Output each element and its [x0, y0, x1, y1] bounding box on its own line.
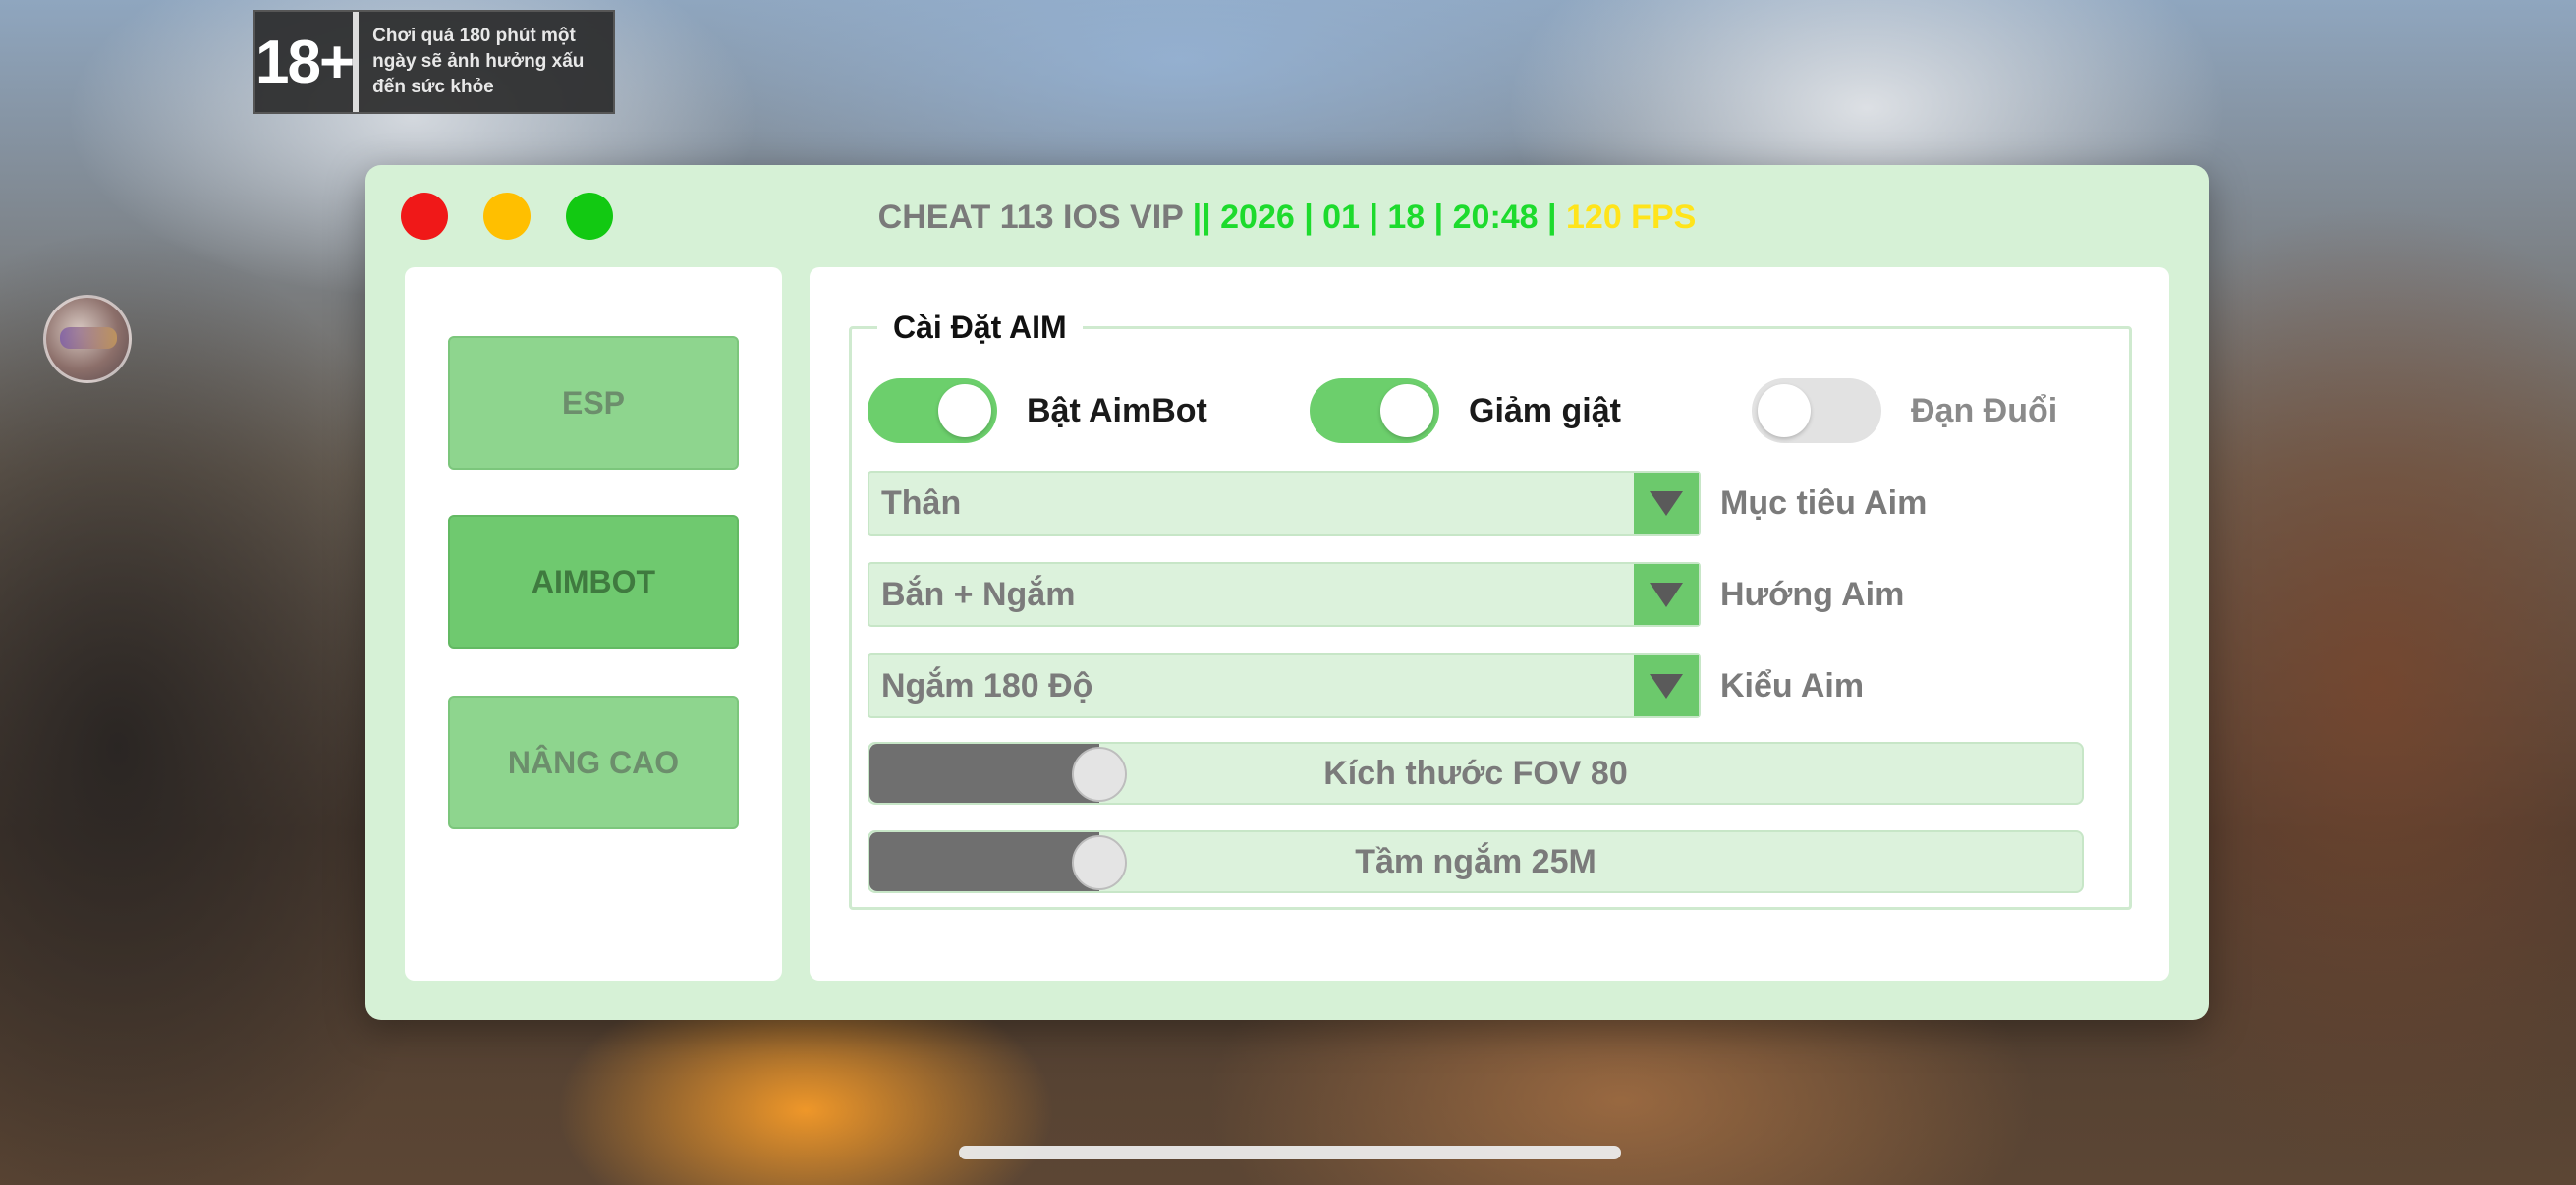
- aim-settings-group: Cài Đặt AIM Bật AimBot Giảm giật Đạn Đuổ…: [849, 308, 2132, 910]
- toggle-aimbot[interactable]: Bật AimBot: [868, 378, 1207, 443]
- aim-direction-select[interactable]: Bắn + Ngắm: [868, 562, 1701, 627]
- tracking-bullet-label: Đạn Đuổi: [1911, 391, 2058, 429]
- home-indicator[interactable]: [959, 1146, 1621, 1159]
- fov-size-slider[interactable]: Kích thước FOV 80: [868, 742, 2084, 805]
- fov-size-label: Kích thước FOV 80: [1323, 755, 1628, 792]
- slider-thumb[interactable]: [1072, 747, 1127, 802]
- sidebar: ESP AIMBOT NÂNG CAO: [405, 267, 782, 981]
- date-time-info: || 2026 | 01 | 18 | 20:48 |: [1183, 198, 1566, 236]
- content-panel: Cài Đặt AIM Bật AimBot Giảm giật Đạn Đuổ…: [810, 267, 2169, 981]
- floating-avatar-button[interactable]: [43, 295, 132, 383]
- chevron-down-icon[interactable]: [1634, 655, 1699, 716]
- aim-range-label: Tầm ngắm 25M: [1355, 843, 1596, 880]
- sidebar-item-esp[interactable]: ESP: [448, 336, 739, 470]
- toggle-recoil[interactable]: Giảm giật: [1310, 378, 1621, 443]
- chevron-down-icon[interactable]: [1634, 473, 1699, 534]
- aim-direction-value: Bắn + Ngắm: [881, 575, 1076, 613]
- age-rating-badge: 18+ Chơi quá 180 phút một ngày sẽ ảnh hư…: [253, 10, 615, 114]
- recoil-label: Giảm giật: [1469, 391, 1621, 429]
- aim-target-row: Thân Mục tiêu Aim: [868, 471, 2105, 536]
- cheat-menu-window: CHEAT 113 IOS VIP || 2026 | 01 | 18 | 20…: [365, 165, 2209, 1020]
- switch-knob: [1758, 384, 1811, 437]
- switch-knob: [1380, 384, 1433, 437]
- recoil-switch[interactable]: [1310, 378, 1439, 443]
- aimbot-label: Bật AimBot: [1027, 391, 1207, 429]
- app-name: CHEAT 113 IOS VIP: [877, 198, 1184, 236]
- group-title: Cài Đặt AIM: [877, 308, 1083, 347]
- aim-direction-label: Hướng Aim: [1720, 575, 1905, 613]
- aim-target-select[interactable]: Thân: [868, 471, 1701, 536]
- aim-range-slider[interactable]: Tầm ngắm 25M: [868, 830, 2084, 893]
- aim-target-label: Mục tiêu Aim: [1720, 483, 1928, 522]
- slider-thumb[interactable]: [1072, 835, 1127, 890]
- aim-style-row: Ngắm 180 Độ Kiểu Aim: [868, 653, 2105, 718]
- aim-style-select[interactable]: Ngắm 180 Độ: [868, 653, 1701, 718]
- switch-knob: [938, 384, 991, 437]
- aimbot-switch[interactable]: [868, 378, 997, 443]
- window-title: CHEAT 113 IOS VIP || 2026 | 01 | 18 | 20…: [365, 195, 2209, 240]
- aim-target-value: Thân: [881, 483, 962, 522]
- toggle-tracking-bullet[interactable]: Đạn Đuổi: [1752, 378, 2057, 443]
- age-rating-number: 18+: [255, 12, 360, 112]
- age-rating-warning: Chơi quá 180 phút một ngày sẽ ảnh hưởng …: [372, 26, 585, 97]
- sidebar-item-nang-cao[interactable]: NÂNG CAO: [448, 696, 739, 829]
- aim-style-label: Kiểu Aim: [1720, 666, 1865, 705]
- sidebar-item-aimbot[interactable]: AIMBOT: [448, 515, 739, 649]
- aim-direction-row: Bắn + Ngắm Hướng Aim: [868, 562, 2105, 627]
- fps-counter: 120 FPS: [1566, 198, 1697, 236]
- chevron-down-icon[interactable]: [1634, 564, 1699, 625]
- tracking-bullet-switch[interactable]: [1752, 378, 1881, 443]
- aim-style-value: Ngắm 180 Độ: [881, 666, 1093, 705]
